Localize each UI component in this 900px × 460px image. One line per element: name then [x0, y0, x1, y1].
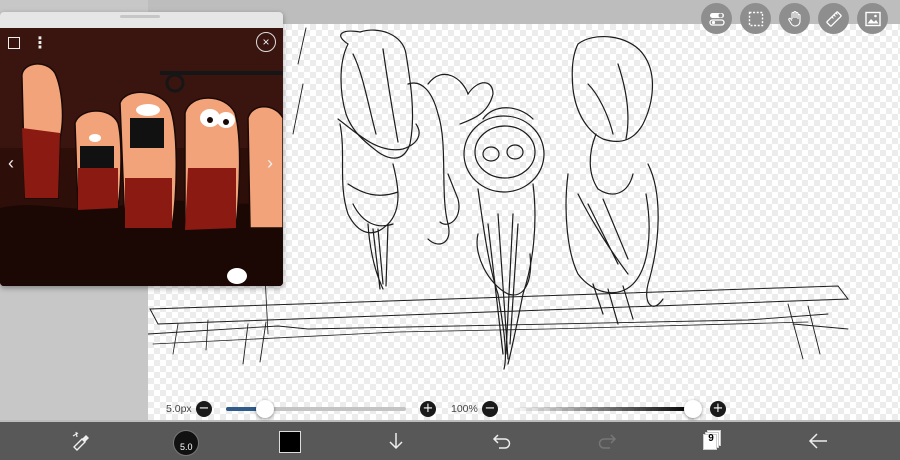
opacity-slider-thumb[interactable] [684, 400, 702, 418]
figure-right [565, 36, 664, 325]
reference-image [0, 28, 283, 286]
brush-size-label: 5.0px [166, 403, 192, 415]
reference-window[interactable]: ⋮ × ‹ › [0, 12, 283, 286]
download-arrow-icon[interactable] [382, 422, 410, 460]
ruler-icon[interactable] [818, 3, 849, 34]
hand-icon[interactable] [779, 3, 810, 34]
reference-next-icon[interactable]: › [259, 152, 281, 174]
brush-size-plus-button[interactable]: + [420, 401, 436, 417]
toggle-switch-icon[interactable] [701, 3, 732, 34]
brush-size-minus-button[interactable]: − [196, 401, 212, 417]
reference-more-menu-icon[interactable]: ⋮ [29, 32, 51, 54]
undo-icon[interactable] [488, 422, 516, 460]
opacity-slider[interactable] [512, 407, 692, 411]
eraser-brush-icon[interactable] [66, 422, 96, 460]
opacity-minus-button[interactable]: − [482, 401, 498, 417]
selection-icon[interactable] [740, 3, 771, 34]
brush-size-slider-thumb[interactable] [256, 400, 274, 418]
material-image-icon[interactable] [857, 3, 888, 34]
brush-size-slider[interactable] [226, 407, 406, 411]
brush-size-preview-text: 5.0 [180, 442, 193, 452]
opacity-label: 100% [451, 403, 478, 415]
brush-settings-bar: 5.0px − + 100% − + [148, 398, 900, 422]
figure-left [337, 29, 494, 290]
bottom-toolbar [0, 422, 900, 460]
figure-center [463, 107, 545, 370]
back-arrow-icon[interactable] [803, 422, 833, 460]
reference-select-checkbox[interactable] [3, 32, 25, 54]
reference-prev-icon[interactable]: ‹ [0, 152, 22, 174]
top-toolbar [701, 3, 888, 34]
layer-count-badge: 9 [708, 433, 714, 444]
redo-icon[interactable] [593, 422, 621, 460]
color-swatch[interactable] [279, 431, 301, 453]
reference-close-icon[interactable]: × [256, 32, 276, 52]
reference-drag-handle[interactable] [120, 15, 160, 18]
opacity-plus-button[interactable]: + [710, 401, 726, 417]
